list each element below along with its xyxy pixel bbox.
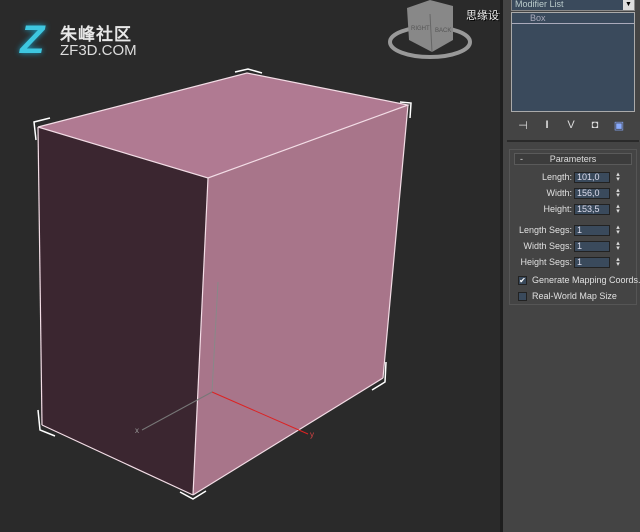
field-label: Height Segs: [520, 257, 572, 267]
divider [507, 140, 639, 142]
spinner-icon[interactable]: ▴ ▾ [614, 171, 622, 183]
checkmark-icon[interactable]: ✔ [518, 276, 527, 285]
spinner-icon[interactable]: ▴ ▾ [614, 240, 622, 252]
box-left-face[interactable] [38, 127, 208, 495]
viewcube[interactable]: RIGHT BACK [385, 0, 475, 65]
viewcube-right-label[interactable]: RIGHT [411, 26, 430, 32]
field-label: Length Segs: [518, 225, 572, 235]
axis-x-label: x [135, 426, 139, 435]
checkbox-box[interactable] [518, 292, 527, 301]
spinner-icon[interactable]: ▴ ▾ [614, 203, 622, 215]
length-segs-input[interactable]: 1 [574, 225, 610, 236]
height-segs-field: Height Segs: 1 ▴ ▾ [510, 256, 638, 269]
height-field: Height: 153,5 ▴ ▾ [510, 203, 638, 216]
checkbox-label: Generate Mapping Coords. [532, 275, 640, 285]
viewport-scene: x y [33, 68, 412, 500]
length-field: Length: 101,0 ▴ ▾ [510, 171, 638, 184]
field-label: Height: [543, 204, 572, 214]
modifier-list-dropdown[interactable]: Modifier List ▼ [511, 0, 635, 11]
parameters-rollout-header[interactable]: - Parameters [514, 153, 632, 165]
modifier-list-label: Modifier List [515, 0, 564, 9]
logo-mark: Z [20, 18, 45, 62]
length-segs-field: Length Segs: 1 ▴ ▾ [510, 224, 638, 237]
generate-mapping-checkbox[interactable]: ✔ Generate Mapping Coords. [518, 275, 640, 287]
width-input[interactable]: 156,0 [574, 188, 610, 199]
parameters-rollout: - Parameters Length: 101,0 ▴ ▾ Width: 156,0 ▴… [509, 149, 640, 305]
width-segs-field: Width Segs: 1 ▴ ▾ [510, 240, 638, 253]
checkbox-label: Real-World Map Size [532, 291, 617, 301]
perspective-viewport[interactable]: x y Z 朱峰社区 ZF3D.COM RIGHT BACK 思缘设计论坛 WW… [0, 0, 640, 532]
make-unique-icon[interactable]: V [564, 119, 578, 131]
rollout-title: Parameters [549, 154, 597, 164]
configure-sets-icon[interactable]: ▣ [612, 119, 626, 132]
spinner-icon[interactable]: ▴ ▾ [614, 224, 622, 236]
field-label: Length: [541, 172, 572, 182]
axis-y-label: y [310, 430, 314, 439]
remove-modifier-icon[interactable]: ◘ [588, 119, 602, 131]
spinner-icon[interactable]: ▴ ▾ [614, 187, 622, 199]
width-segs-input[interactable]: 1 [574, 241, 610, 252]
width-field: Width: 156,0 ▴ ▾ [510, 187, 638, 200]
logo: Z 朱峰社区 ZF3D.COM [18, 18, 148, 63]
height-segs-input[interactable]: 1 [574, 257, 610, 268]
real-world-map-size-checkbox[interactable]: Real-World Map Size [518, 291, 638, 303]
field-label: Width Segs: [523, 241, 572, 251]
stack-toolbar: ⊣ I V ◘ ▣ [511, 116, 635, 134]
collapse-icon[interactable]: - [520, 154, 523, 165]
modifier-stack[interactable]: Box [511, 12, 635, 112]
show-end-result-icon[interactable]: I [540, 119, 554, 131]
logo-en: ZF3D.COM [60, 42, 137, 59]
chevron-down-icon[interactable]: ▼ [623, 0, 634, 10]
viewcube-back-label[interactable]: BACK [435, 28, 451, 34]
pin-icon[interactable]: ⊣ [516, 119, 530, 132]
command-panel: Modifier List ▼ Box ⊣ I V ◘ ▣ - Paramete… [500, 0, 640, 532]
stack-item-box[interactable]: Box [512, 13, 634, 24]
length-input[interactable]: 101,0 [574, 172, 610, 183]
field-label: Width: [546, 188, 572, 198]
height-input[interactable]: 153,5 [574, 204, 610, 215]
spinner-icon[interactable]: ▴ ▾ [614, 256, 622, 268]
